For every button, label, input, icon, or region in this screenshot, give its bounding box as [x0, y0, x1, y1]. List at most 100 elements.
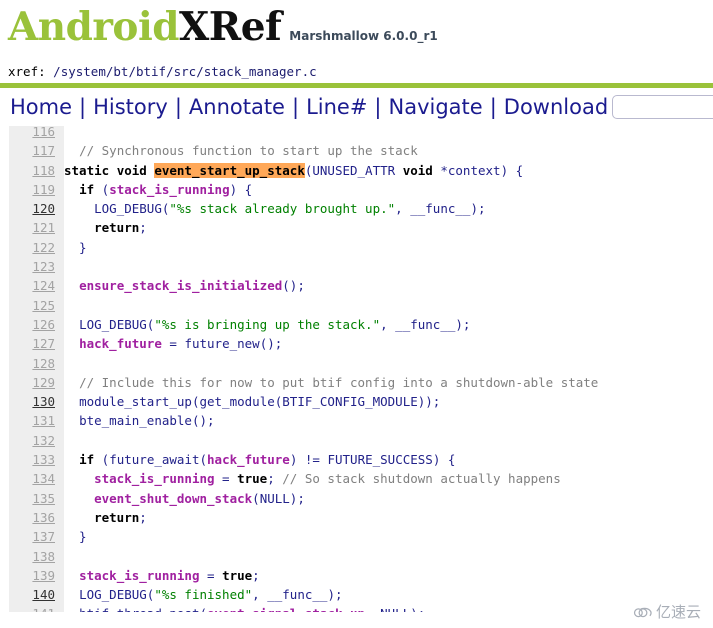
breadcrumb-segment-system[interactable]: system — [61, 64, 106, 79]
code-symbol[interactable]: stack_is_running — [79, 568, 199, 583]
code-punct: } — [64, 239, 87, 255]
code-punct: ) { — [229, 181, 253, 197]
breadcrumb-segment-file[interactable]: stack_manager.c — [204, 64, 317, 79]
nav-separator: | — [374, 94, 382, 119]
line-number-138[interactable]: 138 — [9, 547, 64, 566]
breadcrumb-segment-src[interactable]: src — [174, 64, 197, 79]
code-identifier: LOG_DEBUG — [79, 587, 147, 603]
code-line-text: // Synchronous function to start up the … — [64, 143, 418, 158]
line-number-136[interactable]: 136 — [9, 508, 64, 527]
code-line-text: return; — [64, 510, 147, 525]
code-punct — [64, 606, 79, 612]
search-input[interactable] — [612, 95, 713, 119]
code-punct: )); — [417, 394, 441, 410]
line-number-134[interactable]: 134 — [9, 469, 64, 488]
code-punct: ( — [199, 606, 207, 612]
line-number-119[interactable]: 119 — [9, 180, 64, 199]
nav-separator: | — [79, 94, 87, 119]
code-symbol[interactable]: hack_future — [79, 336, 162, 351]
code-identifier: btif_thread_post — [79, 606, 199, 612]
nav-item-linenum[interactable]: Line# — [306, 96, 367, 118]
code-identifier: future_new — [184, 336, 260, 352]
nav-item-history[interactable]: History — [93, 96, 168, 118]
line-number-124[interactable]: 124 — [9, 276, 64, 295]
breadcrumb-segment-btif[interactable]: btif — [136, 64, 166, 79]
code-identifier: module_start_up — [79, 394, 192, 410]
line-number-131[interactable]: 131 — [9, 411, 64, 430]
site-logo[interactable]: AndroidXRef Marshmallow 6.0.0_r1 — [8, 8, 438, 47]
line-number-120[interactable]: 120 — [9, 199, 64, 218]
code-symbol[interactable]: event_shut_down_stack — [94, 491, 252, 506]
line-number-141[interactable]: 141 — [9, 604, 64, 612]
code-punct: , — [365, 606, 380, 612]
line-number-125[interactable]: 125 — [9, 296, 64, 315]
code-symbol[interactable]: hack_future — [207, 452, 290, 467]
code-punct — [64, 201, 94, 216]
line-number-122[interactable]: 122 — [9, 238, 64, 257]
code-identifier: LOG_DEBUG — [79, 316, 147, 332]
code-line: 121 return; — [9, 218, 713, 237]
code-line: 122 } — [9, 238, 713, 257]
code-line: 118 static void event_start_up_stack(UNUS… — [9, 161, 713, 180]
code-string: "%s is bringing up the stack." — [154, 316, 381, 332]
line-number-132[interactable]: 132 — [9, 431, 64, 450]
code-line: 139 stack_is_running = true; — [9, 566, 713, 585]
code-identifier: UNUSED_ATTR — [312, 162, 396, 178]
nav-separator: | — [489, 94, 497, 119]
code-line-text: if (stack_is_running) { — [64, 182, 252, 197]
line-number-128[interactable]: 128 — [9, 354, 64, 373]
line-number-117[interactable]: 117 — [9, 141, 64, 160]
code-punct — [395, 163, 403, 178]
code-line: 130 module_start_up(get_module(BTIF_CONF… — [9, 392, 713, 411]
line-number-140[interactable]: 140 — [9, 585, 64, 604]
nav-separator: | — [174, 94, 182, 119]
line-number-133[interactable]: 133 — [9, 450, 64, 469]
line-number-123[interactable]: 123 — [9, 257, 64, 276]
code-keyword: if — [79, 452, 95, 468]
line-number-121[interactable]: 121 — [9, 218, 64, 237]
line-number-127[interactable]: 127 — [9, 334, 64, 353]
code-punct: , — [395, 201, 411, 217]
code-line: 128 — [9, 354, 713, 373]
code-symbol[interactable]: event_signal_stack_up — [207, 606, 365, 612]
nav-item-navigate[interactable]: Navigate — [389, 96, 483, 118]
code-punct: ); — [470, 201, 486, 217]
line-number-116[interactable]: 116 — [9, 126, 64, 141]
code-identifier: NULL — [259, 490, 290, 506]
line-number-137[interactable]: 137 — [9, 527, 64, 546]
line-number-139[interactable]: 139 — [9, 566, 64, 585]
code-identifier: context — [447, 162, 501, 178]
code-line: 117 // Synchronous function to start up … — [9, 141, 713, 160]
code-identifier: __func__ — [395, 316, 456, 332]
nav-item-annotate[interactable]: Annotate — [189, 96, 285, 118]
nav-item-download[interactable]: Download — [504, 96, 608, 118]
nav-item-home[interactable]: Home — [10, 96, 72, 118]
code-symbol[interactable]: stack_is_running — [109, 182, 229, 197]
code-punct: = — [214, 471, 238, 487]
code-line: 132 — [9, 431, 713, 450]
code-punct — [64, 491, 94, 506]
code-punct: ; — [139, 220, 147, 236]
code-punct: ; — [267, 471, 283, 487]
code-punct: ); — [289, 490, 305, 506]
breadcrumb-sep-0: / — [45, 64, 61, 79]
code-punct: ; — [139, 509, 147, 525]
breadcrumb-segment-bt[interactable]: bt — [113, 64, 128, 79]
code-keyword: true — [237, 471, 268, 487]
code-punct — [64, 587, 79, 602]
main-nav: Home | History | Annotate | Line# | Navi… — [0, 88, 713, 126]
code-line: 138 — [9, 547, 713, 566]
code-symbol[interactable]: stack_is_running — [94, 471, 214, 486]
code-line: 127 hack_future = future_new(); — [9, 334, 713, 353]
breadcrumb-sep-4: / — [196, 64, 204, 79]
line-number-118[interactable]: 118 — [9, 161, 64, 180]
code-symbol[interactable]: ensure_stack_is_initialized — [79, 278, 282, 293]
code-identifier: bte_main_enable — [79, 413, 192, 429]
code-punct: ( — [94, 452, 110, 468]
line-number-126[interactable]: 126 — [9, 315, 64, 334]
code-punct — [64, 510, 94, 525]
line-number-135[interactable]: 135 — [9, 489, 64, 508]
line-number-129[interactable]: 129 — [9, 373, 64, 392]
highlighted-symbol[interactable]: event_start_up_stack — [154, 162, 305, 178]
line-number-130[interactable]: 130 — [9, 392, 64, 411]
